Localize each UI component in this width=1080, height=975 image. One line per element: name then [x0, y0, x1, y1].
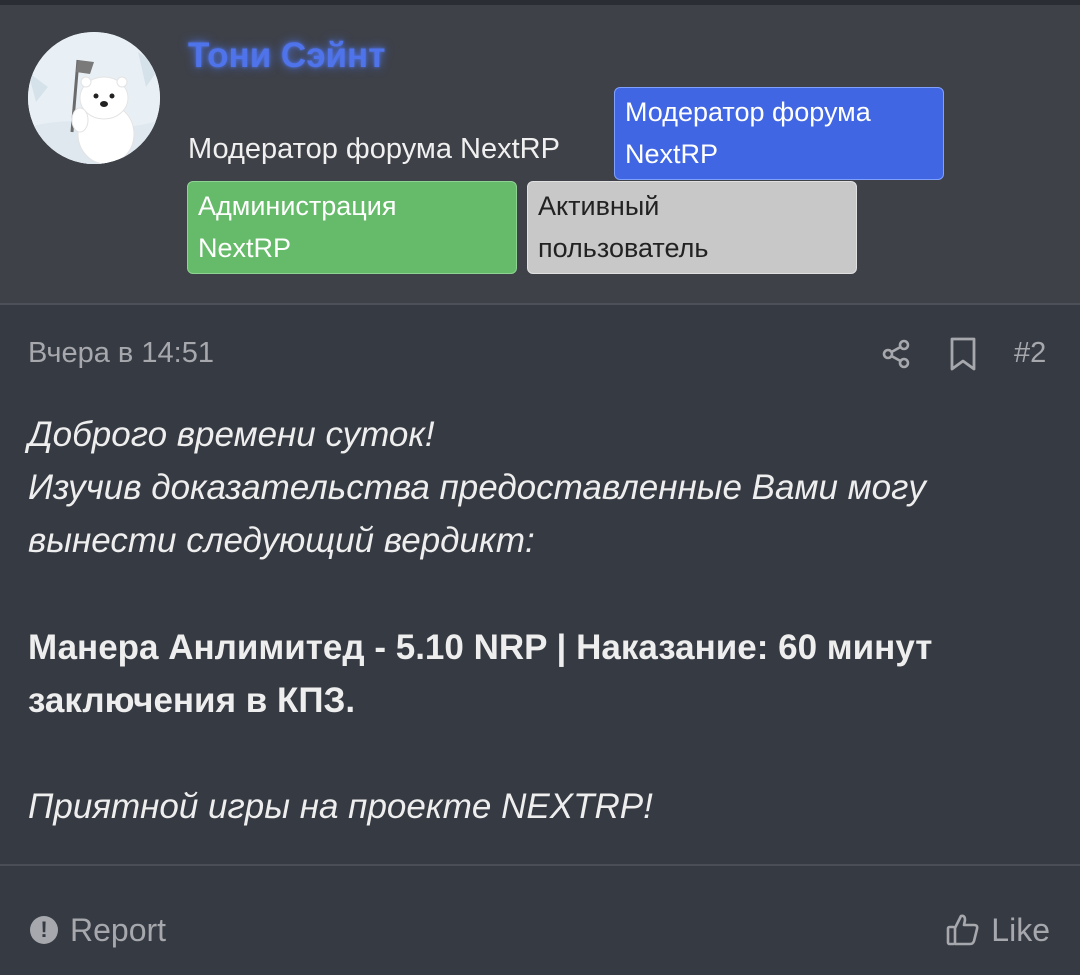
user-banner-administration: Администрация NextRP [187, 181, 517, 274]
footer-divider [0, 864, 1080, 866]
report-button[interactable]: ! Report [30, 908, 166, 952]
post-text-line: Доброго времени суток! [28, 415, 435, 454]
polar-bear-avatar-image [28, 32, 160, 164]
bookmark-icon[interactable] [948, 337, 978, 371]
banner-text-line: NextRP [198, 233, 292, 263]
post-date[interactable]: Вчера в 14:51 [28, 337, 214, 370]
author-user-title: Модератор форума NextRP [188, 133, 560, 165]
post-text-line: вынести следующий вердикт: [28, 521, 535, 560]
author-username[interactable]: Тони Сэйнт [188, 36, 385, 76]
share-icon[interactable] [880, 338, 912, 370]
post-text-line: Приятной игры на проекте NEXTRP! [28, 787, 653, 826]
post-text-line: Изучив доказательства предоставленные Ва… [28, 468, 926, 507]
user-banner-active-user: Активный пользователь [527, 181, 857, 274]
banner-text-line: пользователь [538, 233, 709, 263]
report-label: Report [70, 911, 167, 948]
banner-text-line: Активный [538, 191, 660, 221]
banner-text-line: Администрация [198, 191, 397, 221]
banner-text-line: Модератор форума [625, 97, 871, 127]
alert-circle-icon: ! [30, 916, 58, 944]
post-verdict-line: Манера Анлимитед - 5.10 NRP | Наказание:… [28, 628, 933, 667]
post-verdict-line: заключения в КПЗ. [28, 681, 356, 720]
post-number-link[interactable]: #2 [1014, 337, 1046, 370]
thumbs-up-icon [946, 914, 979, 946]
like-label: Like [991, 911, 1050, 948]
header-divider [0, 303, 1080, 305]
banner-text-line: NextRP [625, 139, 719, 169]
avatar[interactable] [28, 32, 160, 164]
like-button[interactable]: Like [945, 908, 1050, 952]
user-banner-moderator: Модератор форума NextRP [614, 87, 944, 180]
